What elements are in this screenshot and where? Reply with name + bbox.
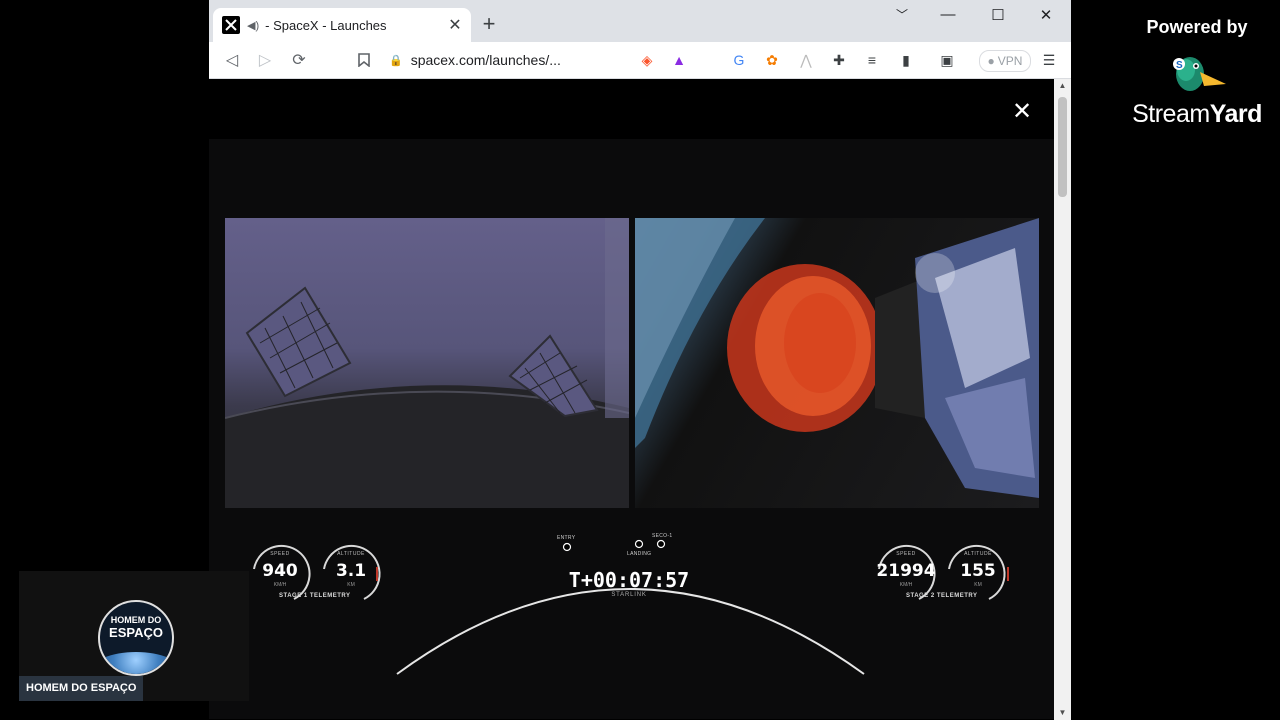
homem-do-espaco-avatar: HOMEM DO ESPAÇO xyxy=(98,600,174,676)
stage1-altitude-unit: KM xyxy=(347,582,355,588)
webcam-name-label: HOMEM DO ESPAÇO xyxy=(19,676,144,701)
playlist-icon[interactable]: ≡ xyxy=(862,50,882,70)
back-icon[interactable]: ◁ xyxy=(221,49,243,71)
streamyard-duck-logo-icon: S xyxy=(1173,57,1226,91)
lock-icon: 🔒 xyxy=(389,54,403,67)
close-video-icon[interactable]: ✕ xyxy=(1012,97,1032,126)
scrollbar-thumb[interactable] xyxy=(1058,97,1067,197)
extension-grey-icon[interactable]: ⋀ xyxy=(796,50,816,70)
avatar-line2: ESPAÇO xyxy=(109,625,163,640)
avatar-line1: HOMEM DO xyxy=(110,615,162,625)
powered-by-label: Powered by xyxy=(1146,17,1248,37)
wallet-icon[interactable]: ▣ xyxy=(937,50,957,70)
stage1-altitude-label: ALTITUDE xyxy=(337,551,365,557)
event-seco-label: SECO-1 xyxy=(652,533,673,539)
stage1-speed-label: SPEED xyxy=(270,551,290,557)
tab-close-icon[interactable]: ✕ xyxy=(447,15,463,35)
maximize-icon[interactable]: ☐ xyxy=(983,6,1013,24)
speaker-icon[interactable]: ◀) xyxy=(247,19,259,32)
scroll-down-arrow-icon[interactable]: ▼ xyxy=(1054,706,1071,720)
stage1-speed-value: 940 xyxy=(262,561,298,581)
translate-icon[interactable]: G xyxy=(729,50,749,70)
brave-shield-icon[interactable]: ◈ xyxy=(637,50,657,70)
event-entry-label: ENTRY xyxy=(557,535,576,541)
stage1-speed-unit: KM/H xyxy=(273,582,287,588)
sidebar-icon[interactable]: ▮ xyxy=(896,50,916,70)
stage2-altitude-label: ALTITUDE xyxy=(964,551,992,557)
share-icon[interactable]: ⇪ xyxy=(591,50,611,70)
address-bar[interactable]: 🔒 spacex.com/launches/... xyxy=(389,47,619,73)
menu-icon[interactable]: ☰ xyxy=(1039,50,1059,70)
tab-spacex-launches[interactable]: ◀) - SpaceX - Launches ✕ xyxy=(213,8,471,42)
extension-orange-icon[interactable]: ✿ xyxy=(762,50,782,70)
browser-window: ◀) - SpaceX - Launches ✕ + ﹀ — ☐ ✕ ◁ ▷ ⟳… xyxy=(209,0,1071,720)
streamyard-wordmark: StreamYard xyxy=(1118,100,1276,129)
svg-text:S: S xyxy=(1176,60,1183,71)
tab-title: - SpaceX - Launches xyxy=(265,17,387,33)
stage2-speed-unit: KM/H xyxy=(899,582,913,588)
window-close-icon[interactable]: ✕ xyxy=(1031,6,1061,24)
mission-name: STARLINK xyxy=(611,592,647,598)
stage2-altitude-unit: KM xyxy=(974,582,982,588)
brave-rewards-triangle-icon[interactable]: ▲ xyxy=(669,50,689,70)
streamyard-yard-text: Yard xyxy=(1209,100,1263,128)
tab-strip: ◀) - SpaceX - Launches ✕ + ﹀ — ☐ ✕ xyxy=(209,0,1071,42)
stage1-altitude-value: 3.1 xyxy=(335,561,367,581)
stage2-speed-value: 21994 xyxy=(876,561,936,581)
streamyard-stream-text: Stream xyxy=(1132,100,1210,128)
vpn-button[interactable]: ● VPN xyxy=(979,50,1031,72)
tab-search-chevron-icon[interactable]: ﹀ xyxy=(887,6,917,23)
forward-icon[interactable]: ▷ xyxy=(254,49,276,71)
spacex-x-icon xyxy=(222,16,240,34)
vpn-label: VPN xyxy=(997,54,1023,68)
event-landing-label: LANDING xyxy=(627,551,652,557)
minimize-icon[interactable]: — xyxy=(933,6,963,23)
browser-toolbar: ◁ ▷ ⟳ 🔒 spacex.com/launches/... ⇪ ◈ ▲ G … xyxy=(209,42,1071,79)
new-tab-plus-icon[interactable]: + xyxy=(479,12,499,36)
reload-icon[interactable]: ⟳ xyxy=(288,49,310,71)
page-scrollbar[interactable]: ▲ ▼ xyxy=(1054,79,1071,720)
earth-horizon-icon xyxy=(100,652,172,674)
stage2-speed-label: SPEED xyxy=(896,551,916,557)
stage2-telemetry-label: STAGE 2 TELEMETRY xyxy=(906,593,978,599)
url-text: spacex.com/launches/... xyxy=(410,52,561,68)
stage1-telemetry-label: STAGE 1 TELEMETRY xyxy=(279,593,351,599)
telemetry-arc-graphic xyxy=(253,539,1009,675)
stage2-altitude-value: 155 xyxy=(960,561,996,581)
bookmark-icon[interactable] xyxy=(353,49,375,71)
mission-clock: T+00:07:57 xyxy=(568,568,690,592)
page-content: ✕ SPEED 940 KM/H ALTITUDE 3.1 KM STAGE 1… xyxy=(209,79,1054,720)
launch-video-player[interactable]: SPEED 940 KM/H ALTITUDE 3.1 KM STAGE 1 T… xyxy=(209,139,1054,719)
extensions-puzzle-icon[interactable]: ✚ xyxy=(829,50,849,70)
scroll-up-arrow-icon[interactable]: ▲ xyxy=(1054,79,1071,93)
